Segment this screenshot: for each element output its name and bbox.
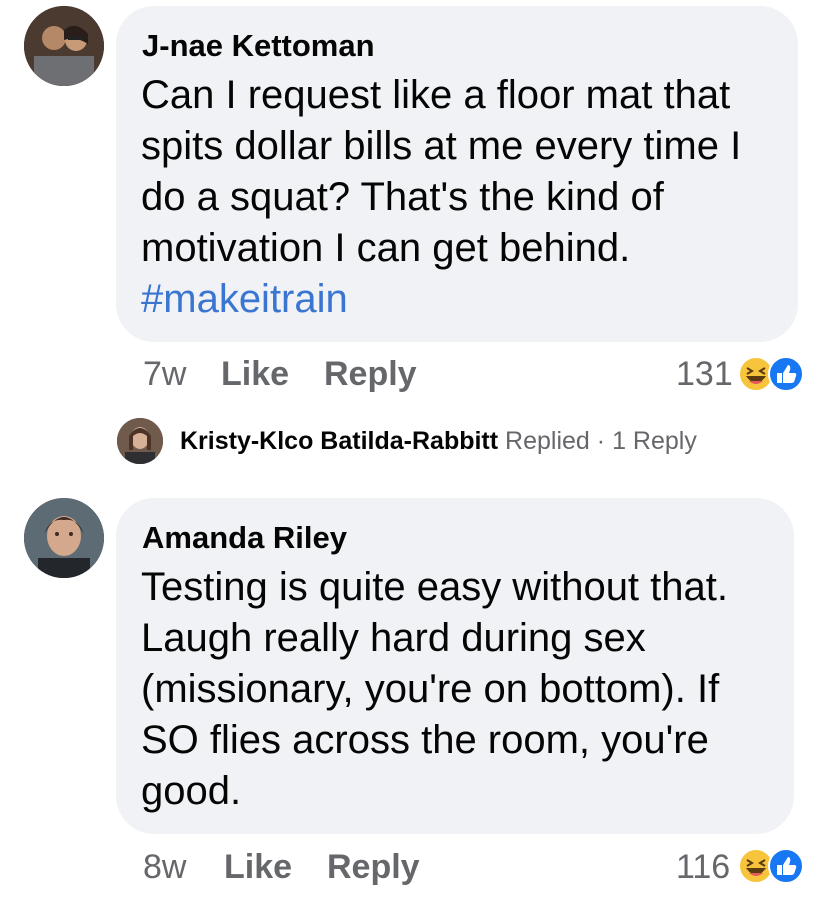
reply-button[interactable]: Reply xyxy=(324,355,417,394)
avatar[interactable] xyxy=(24,498,104,578)
avatar-photo xyxy=(117,418,163,464)
like-icon xyxy=(768,356,804,392)
comment-line: good. xyxy=(141,769,242,813)
like-button[interactable]: Like xyxy=(221,355,289,394)
reaction-count[interactable]: 131 xyxy=(676,355,733,394)
replied-label: Replied xyxy=(505,427,590,455)
comment-time[interactable]: 8w xyxy=(143,848,186,887)
reaction-icons[interactable] xyxy=(738,354,806,394)
reaction-count[interactable]: 116 xyxy=(676,848,730,887)
reply-button[interactable]: Reply xyxy=(327,848,420,887)
comment-author[interactable]: Amanda Riley xyxy=(142,520,347,556)
reaction-icons[interactable] xyxy=(738,846,806,886)
avatar-photo xyxy=(24,6,104,86)
comment-time[interactable]: 7w xyxy=(143,355,186,394)
haha-icon xyxy=(738,356,774,392)
avatar[interactable] xyxy=(117,418,163,464)
replier-name[interactable]: Kristy-Klco Batilda-Rabbitt xyxy=(180,427,498,455)
comment-line: motivation I can get behind. xyxy=(141,226,631,270)
comment-line: Laugh really hard during sex xyxy=(141,616,646,660)
comment-line: Can I request like a floor mat that xyxy=(141,73,731,117)
comment-text: Can I request like a floor mat that spit… xyxy=(141,70,741,325)
comment-line: spits dollar bills at me every time I xyxy=(141,124,742,168)
like-icon xyxy=(768,848,804,884)
avatar-photo xyxy=(24,498,104,578)
reply-count[interactable]: 1 Reply xyxy=(612,427,697,455)
comment-line: Testing is quite easy without that. xyxy=(141,565,728,609)
avatar[interactable] xyxy=(24,6,104,86)
comment-line: do a squat? That's the kind of xyxy=(141,175,664,219)
comment-author[interactable]: J-nae Kettoman xyxy=(142,28,375,64)
comment-line: SO flies across the room, you're xyxy=(141,718,709,762)
like-button[interactable]: Like xyxy=(224,848,292,887)
comment-text: Testing is quite easy without that. Laug… xyxy=(141,562,728,817)
hashtag-link[interactable]: #makeitrain xyxy=(141,274,741,325)
separator: · xyxy=(596,427,606,455)
comment-line: (missionary, you're on bottom). If xyxy=(141,667,720,711)
haha-icon xyxy=(738,848,774,884)
